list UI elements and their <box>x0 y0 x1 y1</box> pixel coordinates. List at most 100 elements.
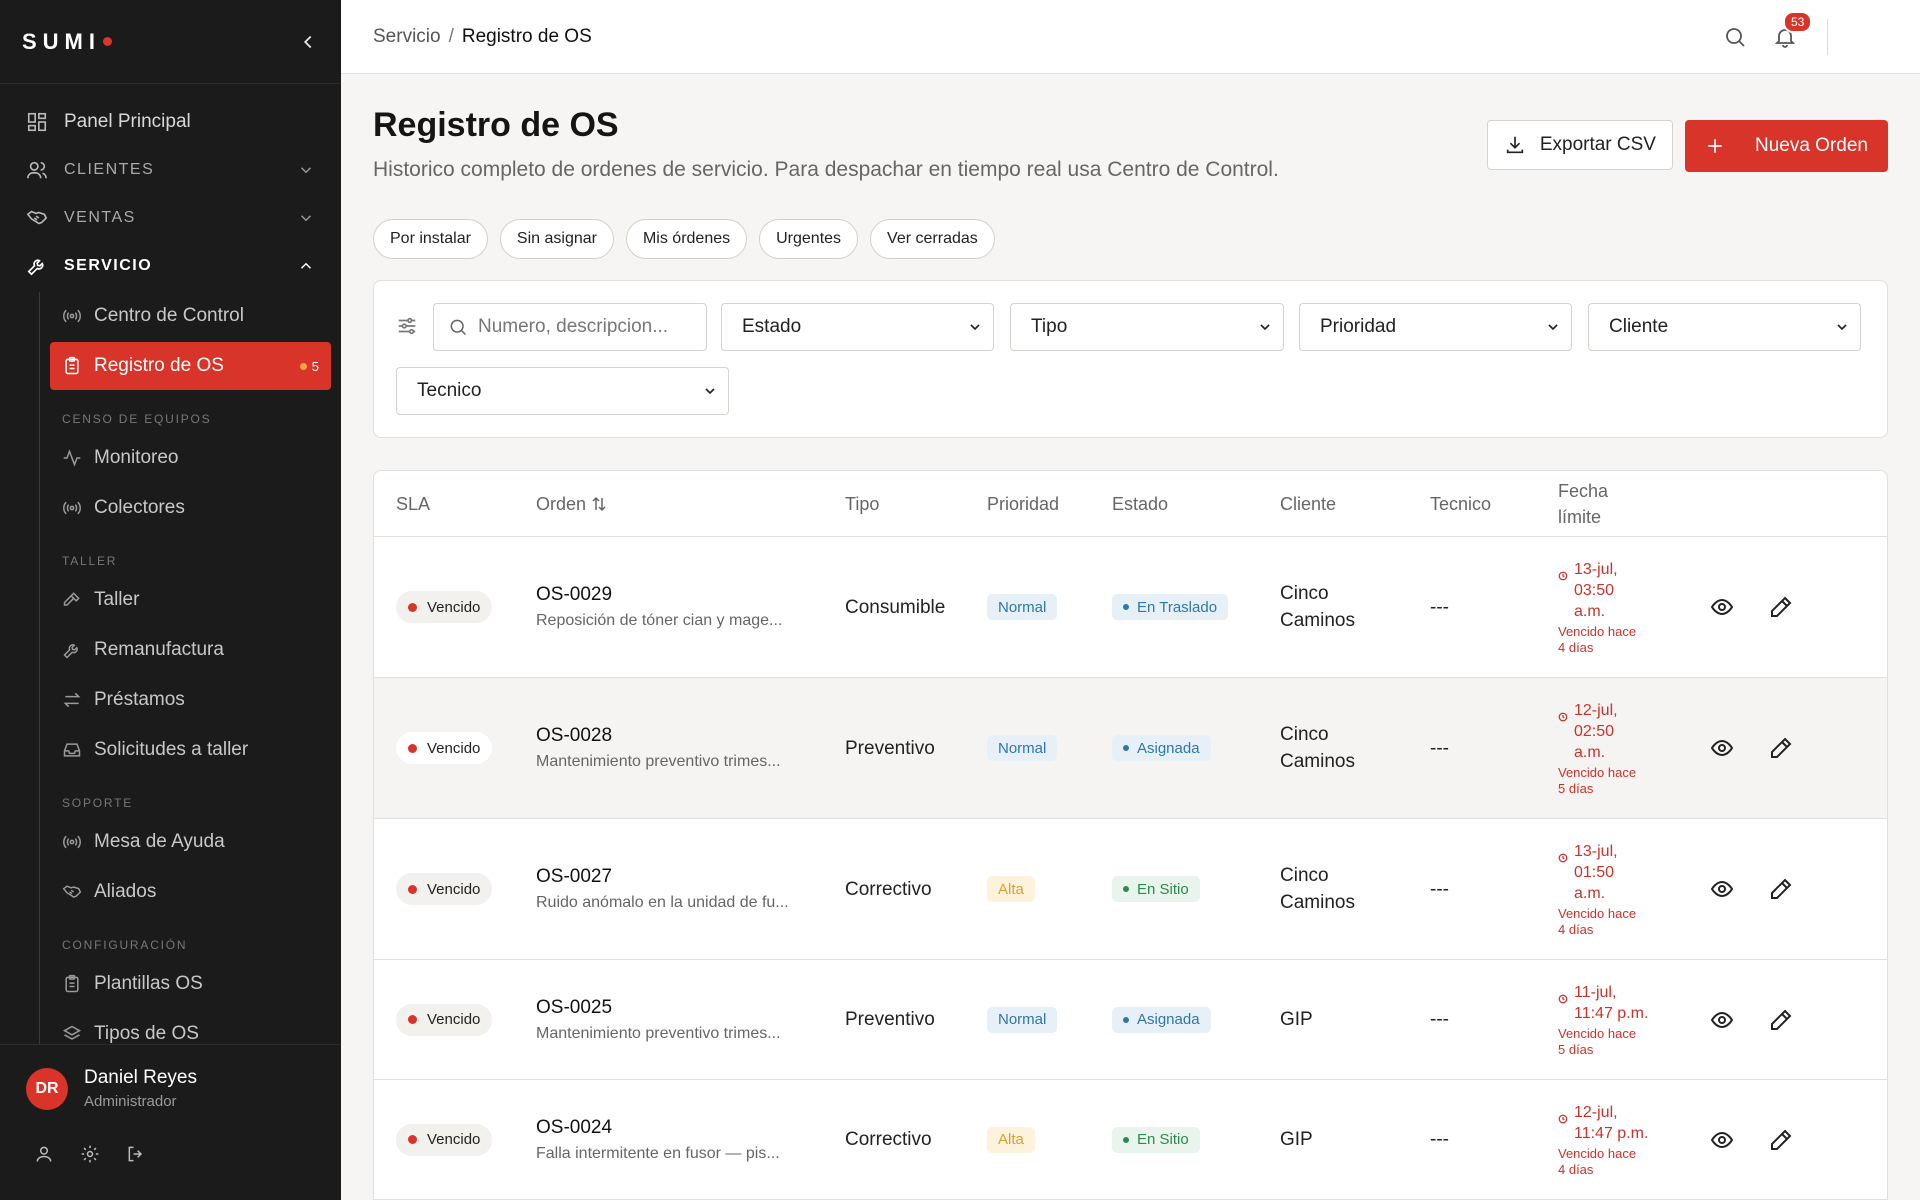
sidebar-item-registro-os[interactable]: Registro de OS 5 <box>50 342 331 390</box>
pencil-icon[interactable] <box>1769 595 1793 619</box>
gear-icon[interactable] <box>80 1144 100 1164</box>
count-badge: 5 <box>299 359 319 374</box>
eye-icon[interactable] <box>1710 595 1734 619</box>
tecnico-cell: --- <box>1430 596 1449 618</box>
sla-badge: Vencido <box>396 873 493 905</box>
broadcast-icon <box>62 306 82 326</box>
chip-por-instalar[interactable]: Por instalar <box>373 219 488 259</box>
sidebar-item-mesa-ayuda[interactable]: Mesa de Ayuda <box>50 818 331 866</box>
estado-cell: En Sitio <box>1112 819 1200 959</box>
sidebar-group-servicio[interactable]: SERVICIO <box>10 242 331 290</box>
sliders-icon[interactable] <box>396 315 418 337</box>
logout-icon[interactable] <box>126 1144 146 1164</box>
sidebar-item-monitoreo[interactable]: Monitoreo <box>50 434 331 482</box>
table-row[interactable]: Vencido OS-0024 Falla intermitente en fus… <box>374 1080 1887 1200</box>
user-info[interactable]: DR Daniel Reyes Administrador <box>26 1067 315 1110</box>
tipo-select[interactable]: Tipo <box>1010 303 1284 351</box>
sidebar-item-tipos[interactable]: Tipos de OS <box>50 1010 331 1044</box>
order-description: Mantenimiento preventivo trimes... <box>536 753 781 770</box>
tipo-cell: Correctivo <box>845 878 932 900</box>
notification-badge: 53 <box>1783 10 1813 33</box>
pencil-icon[interactable] <box>1769 1008 1793 1032</box>
main-content: Registro de OS Historico completo de ord… <box>341 74 1920 1200</box>
sidebar-item-panel[interactable]: Panel Principal <box>10 98 331 146</box>
overdue-line2: 5 días <box>1558 780 1594 796</box>
cliente-line1: Cinco <box>1280 724 1329 745</box>
sidebar-item-label: Colectores <box>94 497 185 518</box>
order-number[interactable]: OS-0027 <box>536 866 612 888</box>
layers-icon <box>62 1024 82 1044</box>
table-row[interactable]: Vencido OS-0027 Ruido anómalo en la unida… <box>374 819 1887 960</box>
sidebar-item-taller[interactable]: Taller <box>50 576 331 624</box>
prioridad-select[interactable]: Prioridad <box>1299 303 1572 351</box>
eye-icon[interactable] <box>1710 1128 1734 1152</box>
order-number[interactable]: OS-0028 <box>536 725 612 747</box>
pencil-icon[interactable] <box>1769 1128 1793 1152</box>
sidebar-nav: Panel Principal CLIENTES VENTAS SERVICIO… <box>0 84 341 1044</box>
chevron-left-icon[interactable] <box>297 31 319 53</box>
cliente-select[interactable]: Cliente <box>1588 303 1861 351</box>
sla-badge: Vencido <box>396 591 493 623</box>
tecnico-cell: --- <box>1430 1129 1449 1150</box>
search-input[interactable] <box>478 316 678 338</box>
due-overdue: Vencido hace 4 días <box>1558 624 1636 656</box>
sidebar-item-colectores[interactable]: Colectores <box>50 484 331 532</box>
col-tipo: Tipo <box>845 494 880 514</box>
due-overdue: Vencido hace 5 días <box>1558 765 1636 797</box>
search-icon[interactable] <box>1723 25 1747 49</box>
user-icon[interactable] <box>34 1144 54 1164</box>
edit-cell <box>1769 678 1793 818</box>
overdue-line1: Vencido hace <box>1558 1145 1637 1161</box>
eye-icon[interactable] <box>1710 736 1734 760</box>
order-description: Falla intermitente en fusor — pis... <box>536 1144 780 1162</box>
chip-urgentes[interactable]: Urgentes <box>759 219 859 259</box>
user-profile: DR Daniel Reyes Administrador <box>0 1044 341 1200</box>
sidebar-item-aliados[interactable]: Aliados <box>50 868 331 916</box>
status-text: Asignada <box>1137 1011 1200 1028</box>
estado-select[interactable]: Estado <box>721 303 994 351</box>
eye-icon[interactable] <box>1710 877 1734 901</box>
export-csv-button[interactable]: Exportar CSV <box>1486 120 1673 170</box>
sidebar-header: SUMI <box>0 0 341 84</box>
sidebar-item-solicitudes[interactable]: Solicitudes a taller <box>50 726 331 774</box>
sidebar-item-centro-control[interactable]: Centro de Control <box>50 292 331 340</box>
table-row[interactable]: Vencido OS-0028 Mantenimiento preventivo … <box>374 678 1887 819</box>
col-orden[interactable]: Orden <box>536 471 608 537</box>
sla-text: Vencido <box>427 1131 481 1148</box>
chevron-down-icon <box>1545 319 1561 335</box>
edit-cell <box>1769 960 1793 1079</box>
due-line2: 11:47 p.m. <box>1574 1004 1649 1022</box>
new-order-button[interactable]: Nueva Orden <box>1684 120 1888 172</box>
order-number[interactable]: OS-0025 <box>536 997 612 1019</box>
cliente-cell: Cinco Caminos <box>1280 678 1355 818</box>
table-row[interactable]: Vencido OS-0029 Reposición de tóner cian … <box>374 537 1887 678</box>
table-row[interactable]: Vencido OS-0025 Mantenimiento preventivo … <box>374 960 1887 1080</box>
order-number[interactable]: OS-0029 <box>536 584 612 606</box>
status-text: En Sitio <box>1137 1131 1189 1148</box>
sidebar-item-label: Aliados <box>94 881 157 902</box>
sidebar-group-ventas[interactable]: VENTAS <box>10 194 331 242</box>
due-line2: 01:50 <box>1574 863 1615 881</box>
due-date: 13-jul, 03:50 a.m. <box>1558 559 1618 622</box>
sidebar-item-plantillas[interactable]: Plantillas OS <box>50 960 331 1008</box>
clipboard-icon <box>62 974 82 994</box>
sidebar-group-clientes[interactable]: CLIENTES <box>10 146 331 194</box>
pencil-icon[interactable] <box>1769 736 1793 760</box>
page-description: Historico completo de ordenes de servici… <box>373 158 1279 181</box>
brand-logo[interactable]: SUMI <box>22 29 112 55</box>
overdue-line2: 5 días <box>1558 1041 1594 1057</box>
bell-icon[interactable]: 53 <box>1773 10 1813 49</box>
breadcrumb-parent[interactable]: Servicio <box>373 26 441 47</box>
chip-ver-cerradas[interactable]: Ver cerradas <box>870 219 995 259</box>
sidebar-item-prestamos[interactable]: Préstamos <box>50 676 331 724</box>
order-number[interactable]: OS-0024 <box>536 1117 612 1139</box>
sidebar-item-remanufactura[interactable]: Remanufactura <box>50 626 331 674</box>
chip-sin-asignar[interactable]: Sin asignar <box>499 219 614 259</box>
chevron-down-icon <box>297 209 315 227</box>
pencil-icon[interactable] <box>1769 877 1793 901</box>
overdue-line2: 4 días <box>1558 921 1594 937</box>
eye-icon[interactable] <box>1710 1008 1734 1032</box>
chip-mis-ordenes[interactable]: Mis órdenes <box>625 219 748 259</box>
order-description: Mantenimiento preventivo trimes... <box>536 1024 781 1042</box>
tecnico-select[interactable]: Tecnico <box>396 367 729 415</box>
